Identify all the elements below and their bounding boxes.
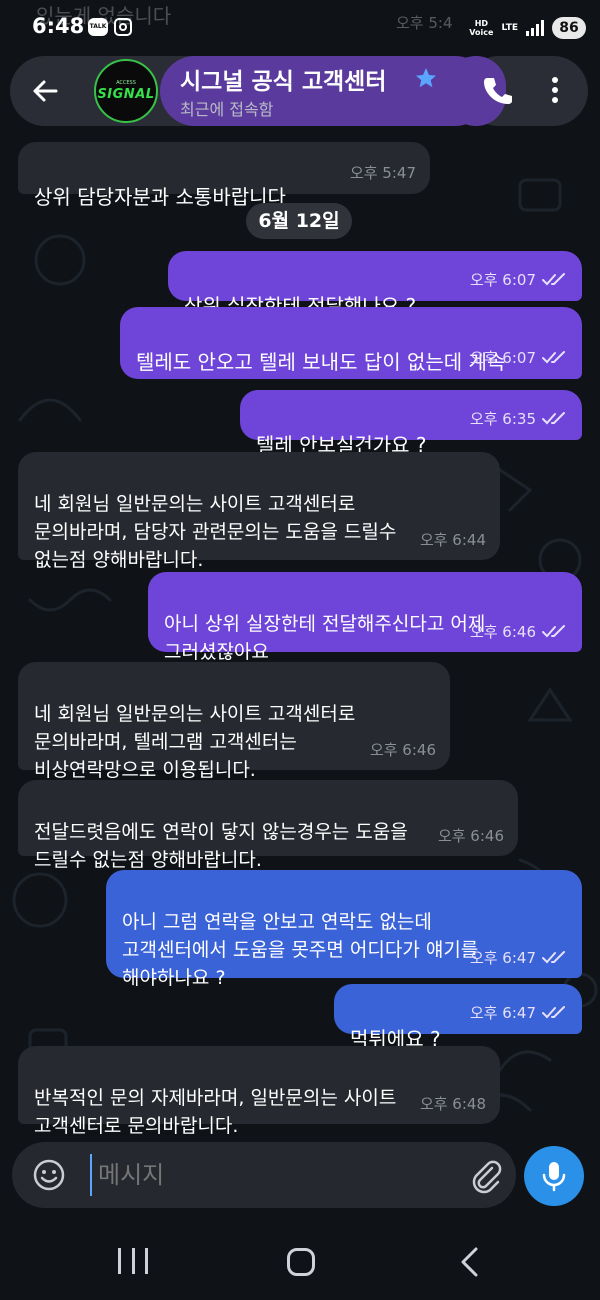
more-vertical-icon[interactable]	[540, 74, 570, 108]
home-icon[interactable]	[287, 1248, 315, 1276]
message-bubble-outgoing[interactable]: 아니 상위 실장한테 전달해주신다고 어제 그러셨잖아요 오후 6:46	[148, 572, 582, 663]
message-bubble-outgoing[interactable]: 먹튀에요 ? 오후 6:47	[334, 984, 582, 1051]
message-text: 텔레도 안오고 텔레 보내도 답이 없는데 계속	[136, 350, 506, 374]
message-time: 오후 6:46	[369, 741, 436, 759]
message-time: 오후 5:47	[349, 164, 416, 182]
signal-icon	[526, 20, 544, 36]
last-seen-status: 최근에 접속함	[180, 100, 274, 119]
message-time: 오후 6:47	[469, 949, 536, 967]
double-check-icon	[542, 1006, 565, 1019]
message-time: 오후 6:07	[469, 271, 536, 289]
battery-indicator: 86	[552, 17, 586, 39]
lte-icon: LTE	[501, 23, 518, 33]
message-text: 상위 담당자분과 소통바랍니다	[34, 185, 286, 209]
avatar-logo-text: SIGNAL	[97, 87, 155, 102]
message-composer	[12, 1142, 516, 1208]
chat-header: ACCESS SIGNAL 시그널 공식 고객센터 최근에 접속함	[10, 56, 490, 126]
talk-icon: TALK	[88, 18, 108, 36]
double-check-icon	[542, 951, 565, 964]
arrow-left-icon	[33, 80, 58, 102]
hd-voice-icon: HD Voice	[469, 19, 493, 37]
status-bar: 있는게 없습니다 오후 5:4 6:48 TALK HD Voice LTE 8…	[0, 0, 600, 60]
star-icon	[416, 68, 436, 88]
phone-icon[interactable]	[480, 74, 514, 108]
microphone-button[interactable]	[524, 1146, 584, 1206]
double-check-icon	[542, 412, 565, 425]
double-check-icon	[542, 351, 565, 364]
message-bubble-incoming[interactable]: 네 회원님 일반문의는 사이트 고객센터로 문의바라며, 텔레그램 고객센터는 …	[18, 662, 450, 781]
avatar[interactable]: ACCESS SIGNAL	[94, 59, 158, 123]
message-time: 오후 6:46	[469, 623, 536, 641]
message-bubble-incoming[interactable]: 전달드렷음에도 연락이 닿지 않는경우는 도움을 드릴수 없는점 양해바랍니다.…	[18, 780, 518, 871]
double-check-icon	[542, 273, 565, 286]
message-time: 오후 6:47	[469, 1004, 536, 1022]
status-time: 6:48	[32, 14, 85, 38]
message-text: 아니 그럼 연락을 안보고 연락도 없는데 고객센터에서 도움을 못주면 어디다…	[122, 911, 479, 989]
message-text: 네 회원님 일반문의는 사이트 고객센터로 문의바라며, 담당자 관련문의는 도…	[34, 493, 397, 571]
message-bubble-outgoing[interactable]: 텔레 안보실건가요 ? 오후 6:35	[240, 390, 582, 457]
double-check-icon	[542, 625, 565, 638]
back-chevron-icon[interactable]	[458, 1246, 480, 1278]
message-time: 오후 6:44	[419, 531, 486, 549]
message-bubble-outgoing[interactable]: 아니 그럼 연락을 안보고 연락도 없는데 고객센터에서 도움을 못주면 어디다…	[106, 870, 582, 989]
header-actions	[446, 56, 588, 126]
chat-title[interactable]: 시그널 공식 고객센터	[180, 62, 386, 96]
smile-icon[interactable]	[32, 1158, 66, 1192]
message-text: 네 회원님 일반문의는 사이트 고객센터로 문의바라며, 텔레그램 고객센터는 …	[34, 703, 356, 781]
message-bubble-outgoing[interactable]: 텔레도 안오고 텔레 보내도 답이 없는데 계속 오후 6:07	[120, 307, 582, 379]
avatar-top-text: ACCESS	[116, 80, 136, 86]
message-bubble-incoming[interactable]: 반복적인 문의 자제바라며, 일반문의는 사이트 고객센터로 문의바랍니다. 오…	[18, 1046, 500, 1137]
instagram-icon	[114, 18, 132, 36]
recents-icon[interactable]	[118, 1248, 148, 1274]
hd-label: HD	[474, 19, 489, 28]
message-bubble-incoming[interactable]: 상위 담당자분과 소통바랍니다 오후 5:47	[18, 142, 430, 209]
system-navigation-bar	[0, 1220, 600, 1300]
paperclip-icon[interactable]	[468, 1158, 504, 1194]
message-bubble-outgoing[interactable]: 상위 실장한테 전달했나요 ? 오후 6:07	[168, 251, 582, 318]
voice-label: Voice	[469, 28, 494, 37]
message-time: 오후 6:48	[419, 1095, 486, 1113]
message-bubble-incoming[interactable]: 네 회원님 일반문의는 사이트 고객센터로 문의바라며, 담당자 관련문의는 도…	[18, 452, 500, 571]
microphone-icon	[542, 1162, 566, 1192]
message-time: 오후 6:46	[437, 827, 504, 845]
message-time: 오후 6:07	[469, 349, 536, 367]
message-time: 오후 6:35	[469, 410, 536, 428]
message-input[interactable]	[90, 1154, 410, 1196]
back-button[interactable]	[26, 72, 64, 110]
date-separator: 6월 12일	[246, 203, 352, 239]
background-partial-time: 오후 5:4	[396, 14, 453, 32]
